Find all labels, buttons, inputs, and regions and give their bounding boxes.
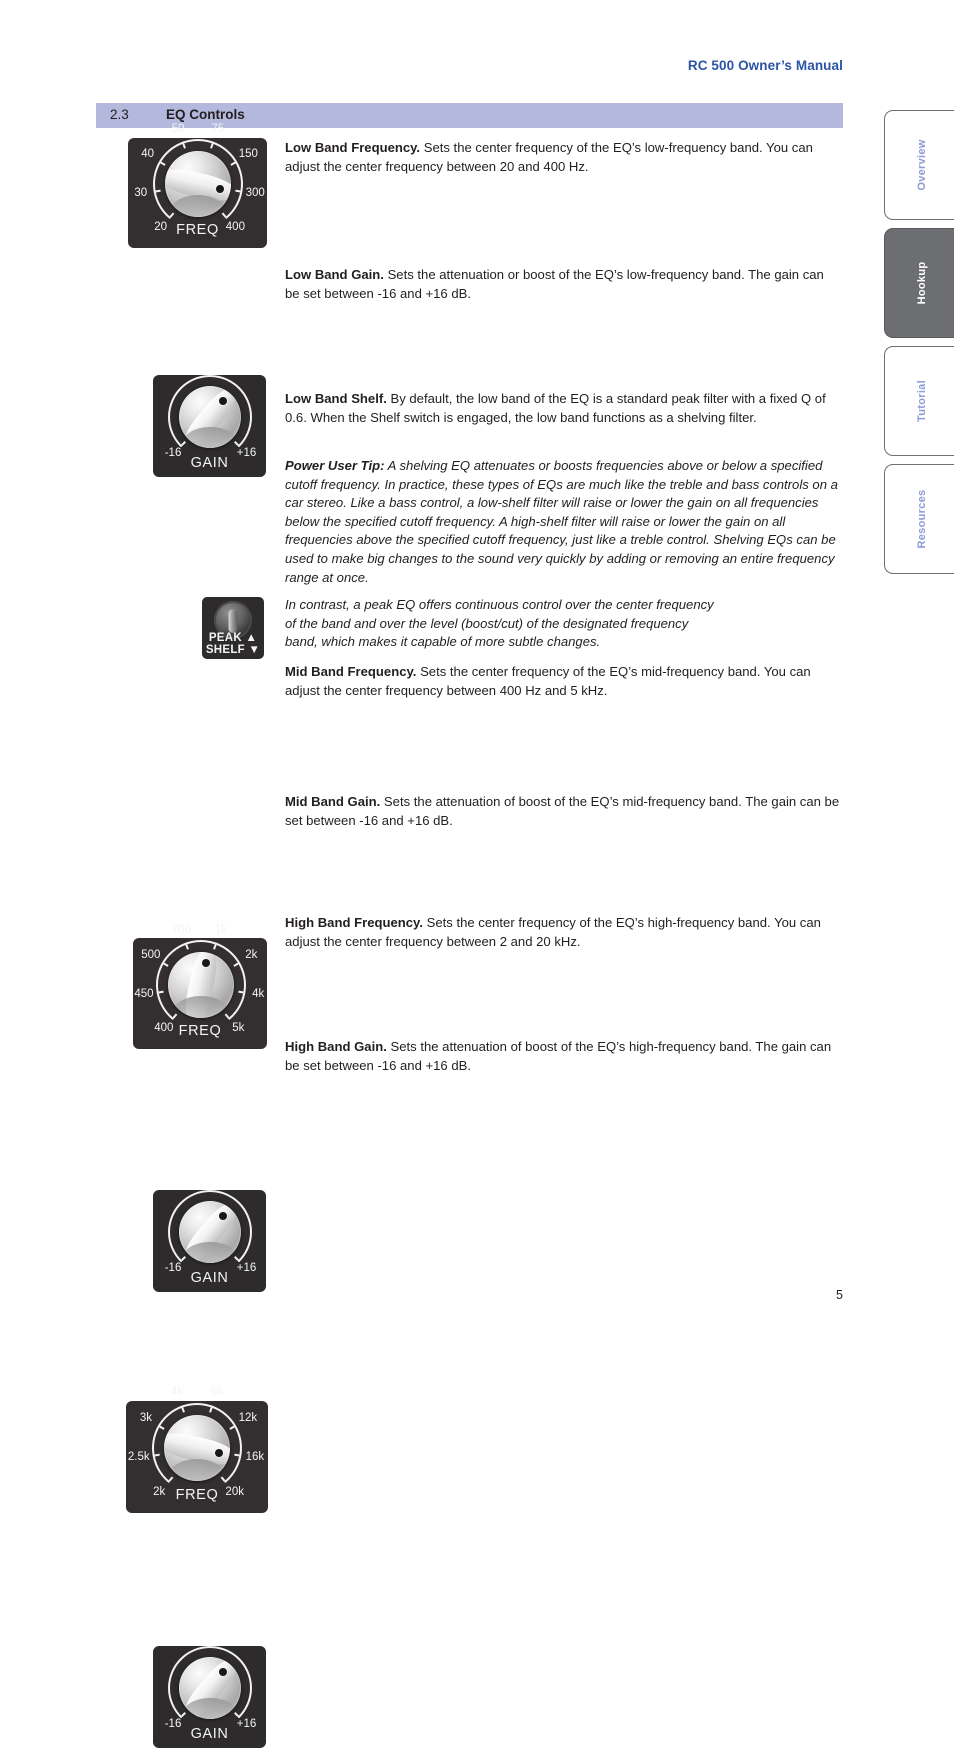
- mid-band-gain-term: Mid Band Gain.: [285, 794, 381, 809]
- high-band-frequency-knob-figure: FREQ 2k 2.5k 3k 4k 6k 12k 16k 20k: [126, 1386, 268, 1513]
- mid-band-frequency-knob-figure: FREQ 400 450 500 700 1k 2k 4k 5k: [133, 924, 267, 1049]
- dial-tick-label: 500: [141, 949, 161, 961]
- dial-tick-label: 4k: [252, 988, 265, 1001]
- high-band-frequency-text: High Band Frequency. Sets the center fre…: [285, 914, 841, 951]
- dial-tick-label: 300: [245, 187, 265, 200]
- mid-band-frequency-term: Mid Band Frequency.: [285, 664, 417, 679]
- high-band-frequency-term: High Band Frequency.: [285, 915, 423, 930]
- high-band-frequency-dial: [164, 1415, 230, 1481]
- dial-tick-label: 12k: [238, 1411, 258, 1424]
- mid-band-frequency-caption: FREQ: [178, 1023, 222, 1039]
- dial-pointer-indicator: [201, 958, 210, 967]
- power-user-tip-second-paragraph: In contrast, a peak EQ offers continuous…: [285, 596, 715, 652]
- dial-tick-label: 30: [134, 187, 148, 200]
- low-band-gain-knob-figure: GAIN -16 +16: [153, 375, 266, 477]
- dial-tick-label: 50: [171, 122, 185, 135]
- dial-tick-label: 6k: [211, 1385, 224, 1398]
- toggle-lever: [228, 609, 238, 633]
- dial-tick-label: 700: [171, 923, 191, 936]
- high-band-gain-term: High Band Gain.: [285, 1039, 387, 1054]
- dial-tick-label: 20k: [225, 1486, 244, 1499]
- dial-tick-label: 4k: [170, 1385, 183, 1398]
- dial-tick-label: 75: [211, 122, 225, 135]
- side-tab-overview[interactable]: Overview: [884, 110, 954, 220]
- mid-band-gain-knob-figure: GAIN -16 +16: [153, 1190, 266, 1292]
- side-tab-resources[interactable]: Resources: [884, 464, 954, 574]
- dial-shadow: [170, 995, 232, 1018]
- dial-tick-label: 16k: [245, 1451, 265, 1464]
- dial-tick-label: -16: [164, 1261, 182, 1274]
- mid-band-gain-dial: [179, 1201, 241, 1263]
- document-title: RC 500 Owner’s Manual: [687, 58, 843, 73]
- section-number: 2.3: [110, 107, 129, 122]
- power-user-tip-body: A shelving EQ attenuates or boosts frequ…: [285, 458, 838, 585]
- dial-tick-label: 40: [141, 148, 155, 160]
- side-tab-tutorial[interactable]: Tutorial: [884, 346, 954, 456]
- section-title: EQ Controls: [166, 107, 245, 122]
- section-heading-bar: 2.3 EQ Controls: [96, 103, 843, 128]
- low-band-gain-term: Low Band Gain.: [285, 267, 384, 282]
- high-band-gain-text: High Band Gain. Sets the attenuation of …: [285, 1038, 841, 1075]
- high-band-frequency-caption: FREQ: [175, 1487, 219, 1503]
- dial-tick-label: 5k: [232, 1022, 245, 1035]
- dial-tick-label: -16: [164, 446, 182, 459]
- side-tab-overview-label: Overview: [915, 139, 928, 191]
- low-band-shelf-text: Low Band Shelf. By default, the low band…: [285, 390, 841, 427]
- page-number: 5: [836, 1288, 843, 1302]
- high-band-gain-knob-figure: GAIN -16 +16: [153, 1646, 266, 1748]
- mid-band-gain-text: Mid Band Gain. Sets the attenuation of b…: [285, 793, 841, 830]
- side-tab-resources-label: Resources: [915, 489, 928, 549]
- low-band-shelf-term: Low Band Shelf.: [285, 391, 387, 406]
- manual-page: RC 500 Owner’s Manual 2.3 EQ Controls Ov…: [0, 0, 954, 1748]
- side-tab-hookup-label: Hookup: [915, 261, 928, 305]
- switch-label-shelf: SHELF ▼: [205, 644, 261, 656]
- dial-tick-label: 3k: [139, 1411, 153, 1424]
- power-user-tip: Power User Tip: A shelving EQ attenuates…: [285, 457, 841, 587]
- power-user-tip-term: Power User Tip:: [285, 458, 385, 473]
- dial-tick-label: +16: [236, 1717, 257, 1730]
- mid-band-frequency-text: Mid Band Frequency. Sets the center freq…: [285, 663, 841, 700]
- low-band-frequency-term: Low Band Frequency.: [285, 140, 421, 155]
- dial-tick-label: 400: [225, 221, 245, 234]
- low-band-frequency-knob-figure: FREQ 20 30 40 50 75 150 300 400: [128, 123, 267, 248]
- peak-shelf-switch-figure: PEAK ▲ SHELF ▼: [202, 597, 264, 659]
- dial-tick-label: 2k: [153, 1486, 166, 1499]
- low-band-gain-dial: [179, 386, 241, 448]
- dial-tick-label: -16: [164, 1717, 182, 1730]
- dial-tick-label: 1k: [214, 923, 227, 936]
- switch-label-peak: PEAK ▲: [208, 632, 258, 644]
- side-tab-tutorial-label: Tutorial: [915, 380, 928, 422]
- dial-tick-label: 2.5k: [127, 1451, 150, 1464]
- dial-tick-label: 400: [154, 1022, 174, 1035]
- dial-tick-label: 20: [154, 221, 167, 234]
- dial-tick-label: +16: [236, 1261, 257, 1274]
- low-band-gain-text: Low Band Gain. Sets the attenuation or b…: [285, 266, 841, 303]
- side-tab-hookup[interactable]: Hookup: [884, 228, 954, 338]
- dial-tick-label: 450: [134, 988, 154, 1001]
- low-band-frequency-dial: [165, 151, 231, 217]
- power-user-tip-second-body: In contrast, a peak EQ offers continuous…: [285, 597, 714, 650]
- low-band-frequency-text: Low Band Frequency. Sets the center freq…: [285, 139, 841, 176]
- high-band-gain-dial: [179, 1657, 241, 1719]
- dial-tick-label: 2k: [245, 949, 258, 961]
- mid-band-frequency-dial: [168, 952, 234, 1018]
- low-band-frequency-caption: FREQ: [176, 222, 219, 238]
- dial-tick-label: +16: [236, 446, 257, 459]
- dial-tick-label: 150: [238, 148, 258, 160]
